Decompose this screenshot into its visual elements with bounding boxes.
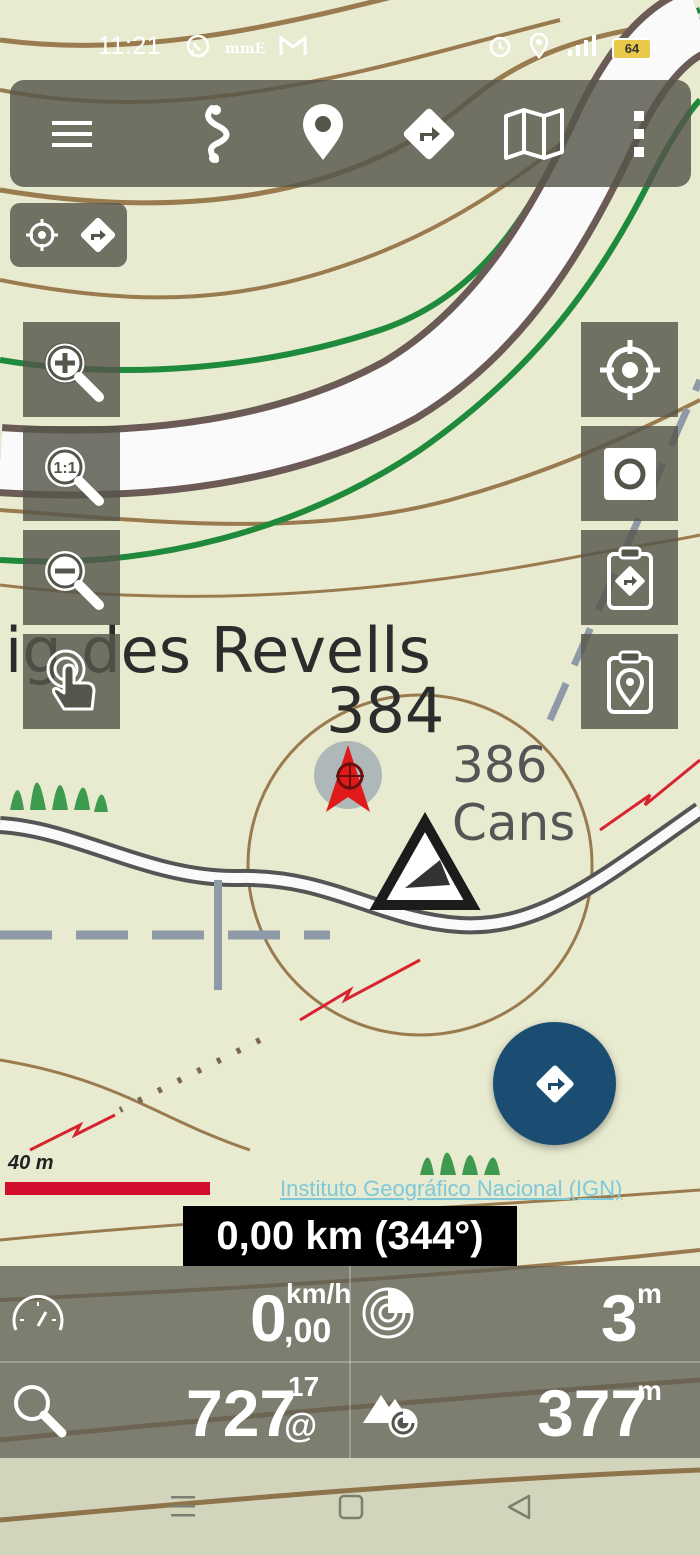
distance-bearing-readout: 0,00 km (344°) <box>183 1206 517 1266</box>
zoom-in-button[interactable] <box>23 322 120 417</box>
speedometer-icon <box>12 1294 64 1331</box>
clipboard-waypoint-icon <box>606 650 653 714</box>
whatsapp-icon <box>185 33 211 64</box>
zoom-out-button[interactable] <box>23 530 120 625</box>
back-icon <box>507 1494 531 1520</box>
search-cell[interactable]: 727 17 @ <box>0 1363 349 1458</box>
more-icon <box>634 111 644 157</box>
carrier-badge: mE <box>239 40 266 57</box>
menu-icon <box>52 121 92 147</box>
status-bar: 11:21 mmE 64 <box>0 0 700 90</box>
center-gps-mini-button[interactable] <box>24 217 60 258</box>
speed-cell[interactable]: 0 km/h ,00 <box>0 1266 352 1361</box>
zoom-reset-button[interactable]: 1:1 <box>23 426 120 521</box>
record-stop-icon <box>603 447 656 500</box>
navigate-mini-button[interactable] <box>76 213 120 262</box>
signal-icon <box>566 34 596 63</box>
top-toolbar <box>10 80 691 187</box>
navigate-button[interactable] <box>393 98 465 170</box>
waypoint-clipboard-button[interactable] <box>581 634 678 729</box>
mini-control-panel <box>10 203 127 267</box>
gmail-icon <box>279 35 307 62</box>
status-time: 11:21 <box>98 32 162 60</box>
zoom-in-icon <box>44 342 104 402</box>
record-button[interactable] <box>581 426 678 521</box>
touch-hand-icon <box>46 649 95 710</box>
speed-decimal: ,00 <box>284 1312 332 1350</box>
map-label-place-2: Cans <box>452 794 575 852</box>
svg-text:1:1: 1:1 <box>53 460 76 477</box>
search-icon <box>14 1385 67 1438</box>
system-navigation-bar <box>0 1458 700 1555</box>
search-value: 727 <box>186 1376 297 1450</box>
back-button[interactable] <box>505 1493 533 1526</box>
altitude-cell[interactable]: 377 m <box>351 1363 700 1458</box>
speed-value: 0 <box>250 1281 287 1355</box>
more-button[interactable] <box>603 98 675 170</box>
speed-unit: km/h <box>286 1278 352 1309</box>
battery-level: 64 <box>612 37 652 60</box>
navigate-icon <box>80 217 116 253</box>
map-label-elevation-1: 384 <box>326 674 444 747</box>
dashboard-panel: 0 km/h ,00 3 m 727 17 @ 377 m <box>0 1266 700 1458</box>
accuracy-value: 3 <box>601 1281 638 1355</box>
altitude-unit: m <box>637 1375 662 1406</box>
app-notification-icon: mmE <box>225 40 266 57</box>
zoom-out-icon <box>44 550 104 610</box>
home-button[interactable] <box>337 1493 365 1526</box>
notification-icons: mmE <box>185 33 307 64</box>
crosshair-icon <box>26 219 58 251</box>
crosshair-icon <box>599 339 660 400</box>
route-icon <box>205 105 230 163</box>
route-clipboard-button[interactable] <box>581 530 678 625</box>
alarm-icon <box>488 34 512 63</box>
search-superscript: 17 <box>288 1371 320 1402</box>
location-icon <box>528 32 550 64</box>
scale-label: 40 m <box>8 1152 54 1174</box>
recents-icon <box>171 1496 195 1517</box>
navigate-icon <box>403 108 455 160</box>
navigate-icon <box>535 1064 574 1103</box>
waypoint-button[interactable] <box>287 98 359 170</box>
battery-icon: 64 <box>612 37 656 60</box>
route-button[interactable] <box>182 98 254 170</box>
accuracy-unit: m <box>637 1278 662 1309</box>
map-attribution-link[interactable]: Instituto Geográfico Nacional (IGN) <box>280 1176 622 1202</box>
zoom-1-1-icon: 1:1 <box>44 446 104 506</box>
altitude-icon <box>363 1395 418 1438</box>
center-location-button[interactable] <box>581 322 678 417</box>
clipboard-navigate-icon <box>606 546 653 610</box>
waypoint-icon <box>303 104 343 160</box>
map-layers-button[interactable] <box>498 98 570 170</box>
altitude-value: 377 <box>537 1376 648 1450</box>
touch-mode-button[interactable] <box>23 634 120 729</box>
scale-bar <box>5 1182 210 1195</box>
home-icon <box>338 1494 364 1520</box>
map-label-elevation-2: 386 <box>452 736 547 794</box>
start-navigation-fab[interactable] <box>493 1022 616 1145</box>
recents-button[interactable] <box>169 1493 197 1524</box>
accuracy-cell[interactable]: 3 m <box>351 1266 700 1361</box>
gps-accuracy-icon <box>362 1287 414 1339</box>
menu-button[interactable] <box>36 98 108 170</box>
system-icons: 64 <box>488 32 656 64</box>
search-subscript: @ <box>284 1407 318 1445</box>
map-layers-icon <box>504 108 564 160</box>
